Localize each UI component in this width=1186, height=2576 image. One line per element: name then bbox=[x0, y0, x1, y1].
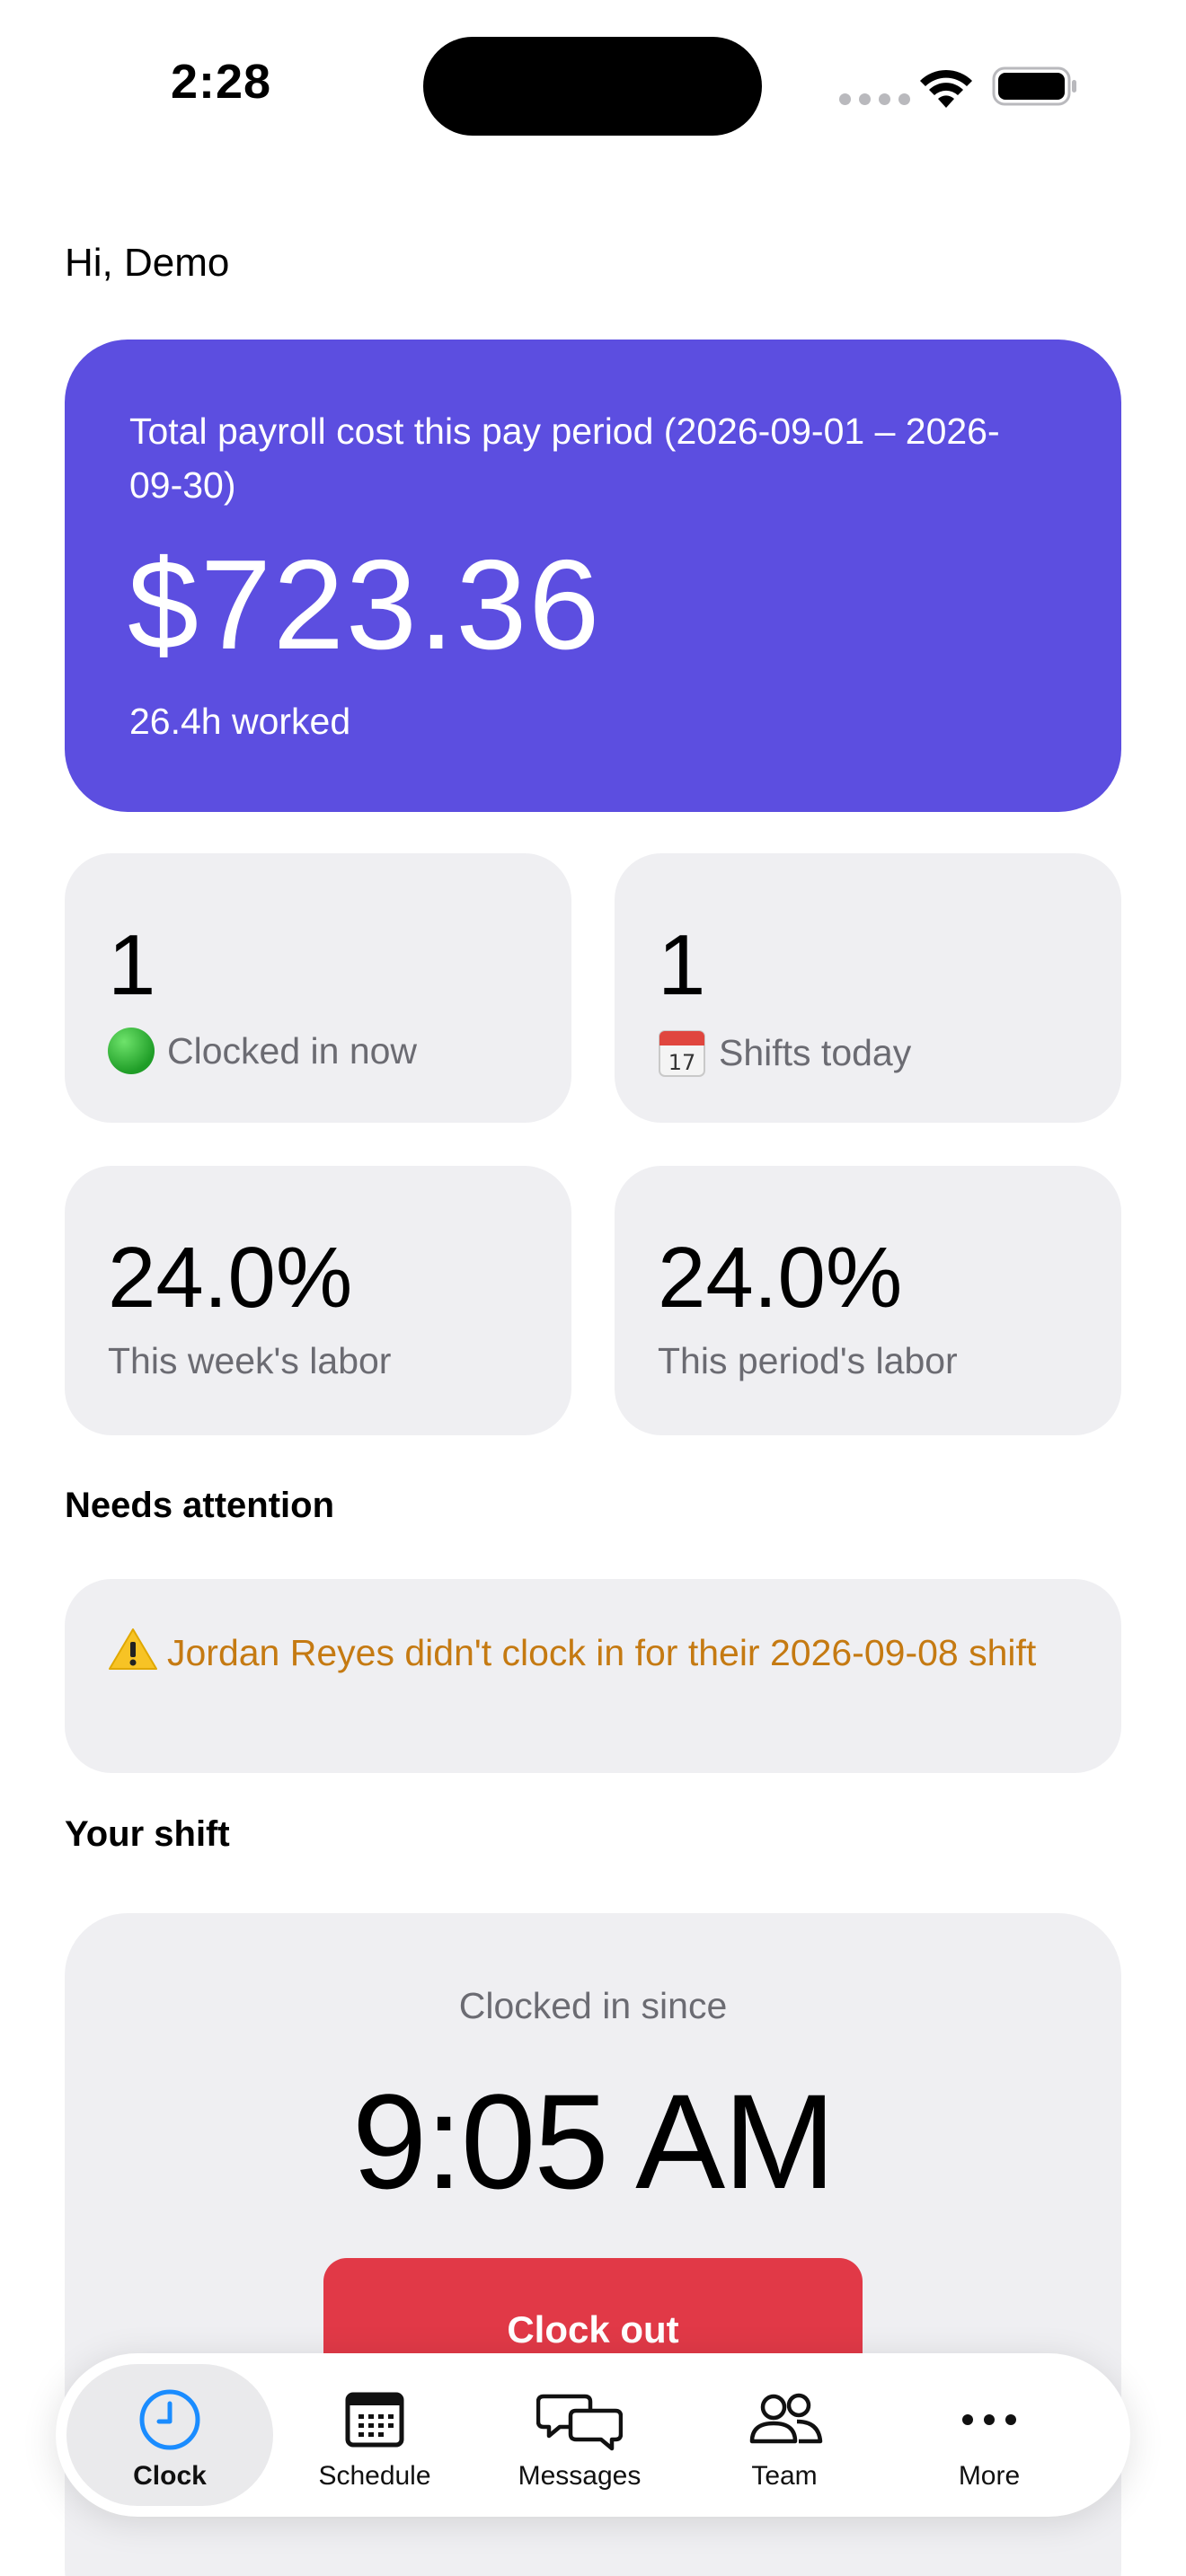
status-bar: 2:28 bbox=[0, 0, 1186, 171]
stat-label-text: Shifts today bbox=[719, 1031, 912, 1073]
stat-value: 24.0% bbox=[658, 1230, 903, 1326]
attention-alert[interactable]: Jordan Reyes didn't clock in for their 2… bbox=[65, 1579, 1121, 1773]
tab-bar: Clock Schedule Messages Team More bbox=[56, 2353, 1130, 2517]
stat-week-labor[interactable]: 24.0% This week's labor bbox=[65, 1166, 571, 1435]
green-circle-icon bbox=[108, 1028, 155, 1074]
stat-label: This week's labor bbox=[108, 1340, 392, 1381]
stat-label: 17 Shifts today bbox=[658, 1028, 911, 1078]
tab-team[interactable]: Team bbox=[681, 2364, 888, 2506]
wifi-icon bbox=[920, 69, 972, 108]
dynamic-island bbox=[423, 37, 762, 136]
payroll-hours: 26.4h worked bbox=[129, 701, 351, 742]
warning-icon bbox=[109, 1628, 157, 1670]
shift-start-time: 9:05 AM bbox=[351, 2066, 836, 2217]
tab-label: Team bbox=[751, 2461, 818, 2491]
people-icon bbox=[749, 2393, 823, 2444]
ellipsis-icon bbox=[962, 2414, 1016, 2425]
svg-text:17: 17 bbox=[668, 1050, 696, 1075]
tab-label: Messages bbox=[518, 2461, 642, 2491]
stat-period-labor[interactable]: 24.0% This period's labor bbox=[615, 1166, 1121, 1435]
stat-label: Clocked in now bbox=[108, 1028, 417, 1074]
status-time: 2:28 bbox=[171, 55, 272, 109]
tab-label: More bbox=[958, 2461, 1021, 2491]
stat-label: This period's labor bbox=[658, 1340, 958, 1381]
greeting: Hi, Demo bbox=[65, 241, 230, 285]
stat-clocked-in[interactable]: 1 Clocked in now bbox=[65, 853, 571, 1123]
stat-value: 1 bbox=[108, 917, 156, 1013]
needs-attention-title: Needs attention bbox=[65, 1486, 335, 1525]
chat-bubbles-icon bbox=[536, 2394, 623, 2451]
stat-shifts-today[interactable]: 1 17 Shifts today bbox=[615, 853, 1121, 1123]
your-shift-title: Your shift bbox=[65, 1814, 230, 1854]
tab-schedule[interactable]: Schedule bbox=[271, 2364, 478, 2506]
stat-value: 1 bbox=[658, 917, 706, 1013]
tab-label: Clock bbox=[133, 2461, 207, 2491]
attention-message: Jordan Reyes didn't clock in for their 2… bbox=[167, 1632, 1037, 1673]
tab-messages[interactable]: Messages bbox=[476, 2364, 683, 2506]
shift-status-label: Clocked in since bbox=[458, 1985, 728, 2026]
payroll-amount: $723.36 bbox=[128, 534, 602, 676]
calendar-icon: 17 bbox=[659, 1030, 705, 1077]
clock-icon bbox=[139, 2389, 200, 2450]
payroll-label: Total payroll cost this pay period (2026… bbox=[129, 410, 1000, 506]
cellular-signal-icon bbox=[839, 93, 910, 105]
stat-value: 24.0% bbox=[108, 1230, 353, 1326]
payroll-card: Total payroll cost this pay period (2026… bbox=[65, 340, 1121, 812]
tab-clock[interactable]: Clock bbox=[66, 2364, 273, 2506]
battery-icon bbox=[992, 66, 1076, 106]
stat-label-text: Clocked in now bbox=[167, 1029, 418, 1072]
calendar-grid-icon bbox=[345, 2392, 404, 2448]
tab-more[interactable]: More bbox=[886, 2364, 1093, 2506]
tab-label: Schedule bbox=[318, 2461, 431, 2491]
